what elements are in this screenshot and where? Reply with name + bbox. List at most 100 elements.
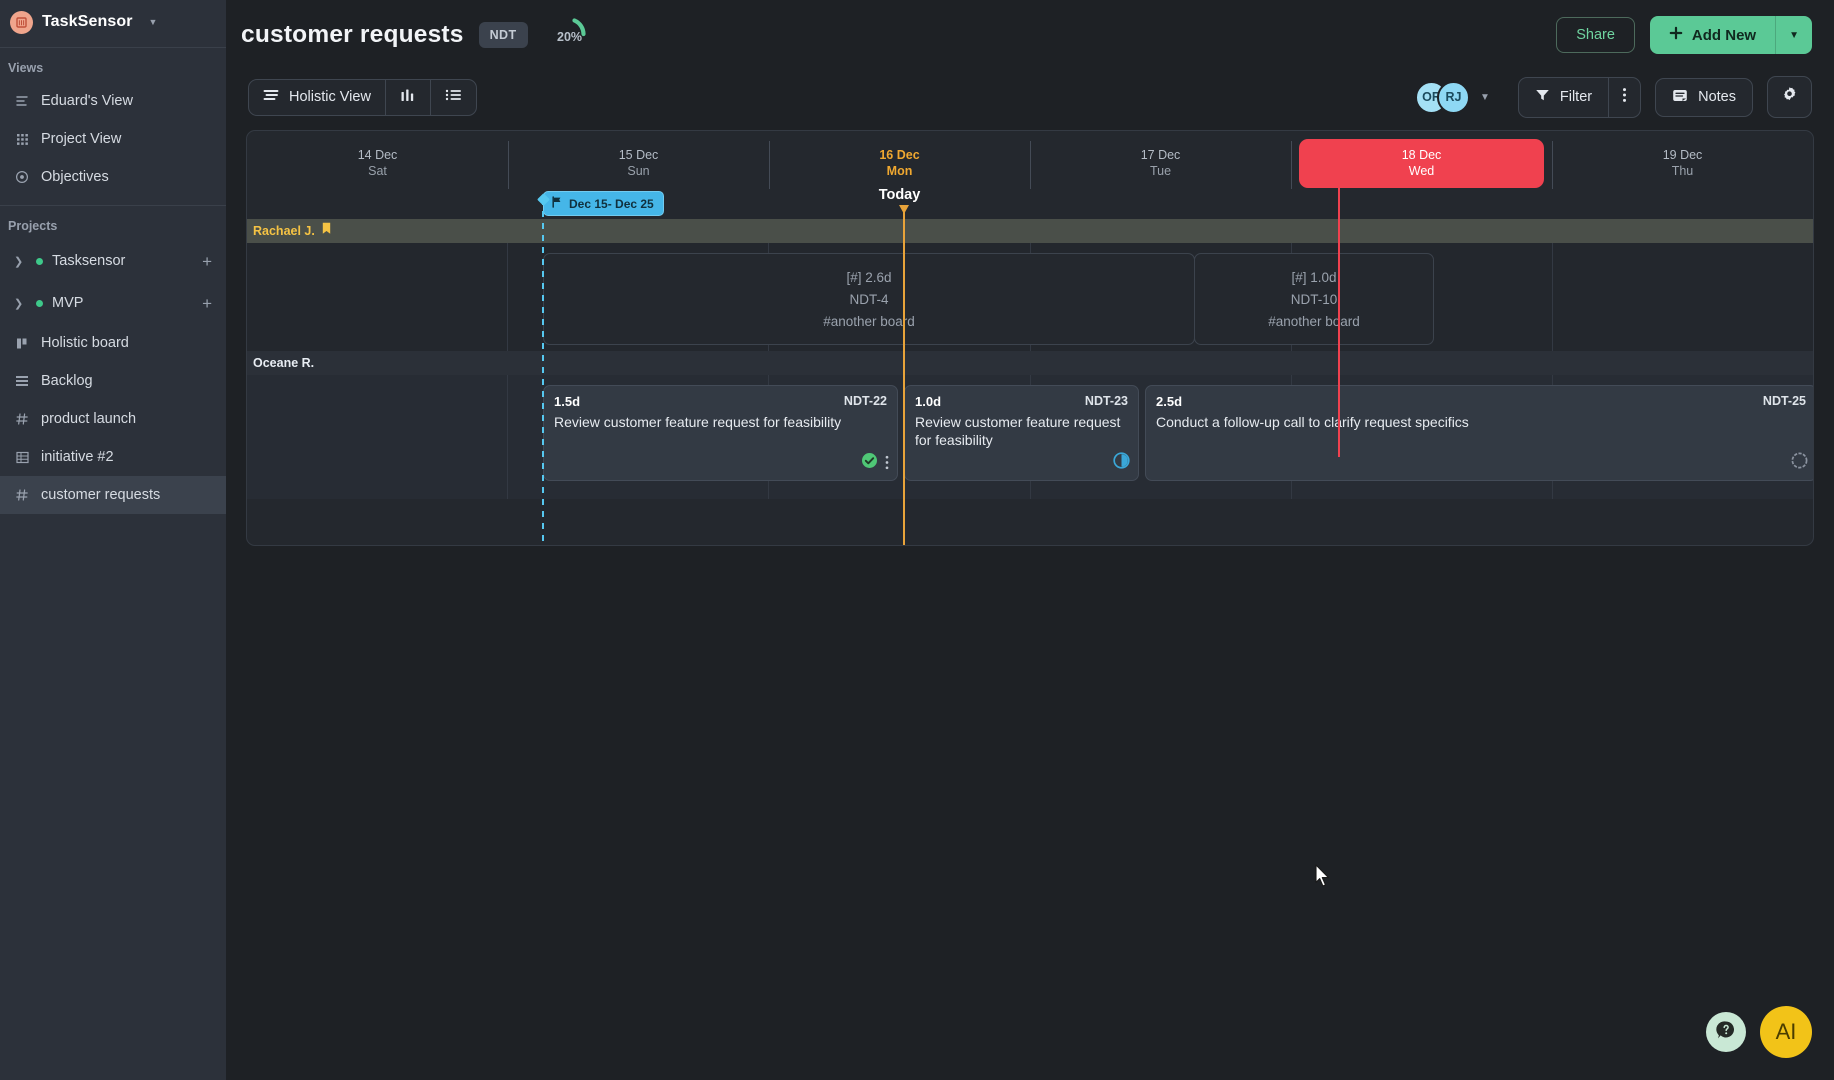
app-logo-icon [10, 11, 33, 34]
milestone-label: Dec 15- Dec 25 [569, 197, 654, 211]
today-label: Today [769, 187, 1030, 203]
more-options-button[interactable] [1608, 78, 1640, 117]
ghost-duration: [#] 1.0d [1291, 270, 1336, 285]
gear-icon [1781, 86, 1798, 108]
swimlane-header-rachael[interactable]: Rachael J. [247, 219, 1813, 243]
day-weekday: Mon [769, 163, 1030, 179]
task-card[interactable]: 1.5d NDT-22 Review customer feature requ… [543, 385, 898, 481]
sidebar-item-label: customer requests [41, 487, 160, 503]
day-date: 19 Dec [1552, 147, 1813, 163]
milestone-badge[interactable]: Dec 15- Dec 25 [543, 191, 664, 216]
swimlane-name: Oceane R. [253, 356, 314, 370]
target-circle-icon [14, 169, 30, 185]
task-key: NDT-22 [844, 394, 887, 408]
table-icon [14, 449, 30, 465]
chevron-down-icon[interactable]: ▼ [1480, 92, 1490, 103]
share-button[interactable]: Share [1556, 17, 1635, 53]
sidebar-divider-1 [0, 47, 226, 48]
task-duration: 2.5d [1156, 394, 1182, 409]
list-view-button[interactable] [430, 80, 476, 115]
ai-assistant-button[interactable]: AI [1760, 1006, 1812, 1058]
add-new-label: Add New [1692, 27, 1756, 44]
ghost-board: #another board [823, 314, 915, 329]
day-date: 16 Dec [769, 147, 1030, 163]
view-switcher: Holistic View [248, 79, 477, 116]
notes-group: Notes [1655, 78, 1753, 117]
help-button[interactable] [1706, 1012, 1746, 1052]
chevron-down-icon[interactable]: ▼ [149, 17, 158, 27]
main-area: customer requests NDT 20% Share Add New [226, 0, 1834, 1080]
day-column[interactable]: 14 Dec Sat [247, 131, 508, 219]
ghost-board: #another board [1268, 314, 1360, 329]
list-lines-icon [14, 93, 30, 109]
chart-view-button[interactable] [385, 80, 430, 115]
plus-icon[interactable]: + [202, 253, 212, 270]
sidebar-item-holistic-board[interactable]: Holistic board [0, 324, 226, 362]
brand-header[interactable]: TaskSensor ▼ [0, 0, 226, 44]
settings-button[interactable] [1768, 77, 1811, 117]
page-header: customer requests NDT 20% Share Add New [226, 0, 1834, 70]
chevron-right-icon[interactable]: ❯ [14, 255, 28, 268]
page-title: customer requests [241, 21, 464, 49]
swimlane-header-oceane[interactable]: Oceane R. [247, 351, 1813, 375]
sidebar-item-label: Project View [41, 131, 121, 147]
empty-circle-icon[interactable] [1791, 452, 1808, 474]
task-footer [861, 452, 889, 474]
task-duration: 1.0d [915, 394, 941, 409]
board-columns-icon [14, 335, 30, 351]
day-date: 15 Dec [508, 147, 769, 163]
ghost-task-card[interactable]: [#] 1.0d NDT-10 #another board [1194, 253, 1434, 345]
avatar[interactable]: RJ [1437, 81, 1470, 114]
day-column[interactable]: 19 Dec Thu [1552, 131, 1813, 219]
sidebar-item-backlog[interactable]: Backlog [0, 362, 226, 400]
task-title: Review customer feature request for feas… [554, 413, 887, 431]
chevron-down-icon[interactable]: ▼ [1776, 16, 1812, 54]
half-circle-progress-icon[interactable] [1113, 452, 1130, 474]
sidebar-item-product-launch[interactable]: product launch [0, 400, 226, 438]
chevron-down-icon[interactable]: ❯ [14, 297, 28, 310]
plus-icon[interactable]: + [202, 295, 212, 312]
sidebar-item-eduards-view[interactable]: Eduard's View [0, 82, 226, 120]
bar-chart-icon [400, 88, 416, 107]
sidebar-project-tasksensor[interactable]: ❯ Tasksensor + [0, 240, 226, 282]
day-weekday: Sat [247, 163, 508, 179]
task-duration: 1.5d [554, 394, 580, 409]
timeline-panel: 14 Dec Sat 15 Dec Sun 16 Dec Mon Today 1… [246, 130, 1814, 546]
mouse-cursor [1315, 864, 1332, 893]
board-toolbar: Holistic View OR RJ ▼ [226, 70, 1834, 124]
ghost-key: NDT-4 [849, 292, 888, 307]
check-circle-icon[interactable] [861, 452, 878, 474]
project-status-dot [36, 258, 43, 265]
day-weekday: Sun [508, 163, 769, 179]
hash-icon [14, 411, 30, 427]
task-card[interactable]: 2.5d NDT-25 Conduct a follow-up call to … [1145, 385, 1814, 481]
day-column[interactable]: 17 Dec Tue [1030, 131, 1291, 219]
kebab-vertical-icon [1622, 87, 1627, 108]
add-new-button[interactable]: Add New ▼ [1650, 16, 1812, 54]
filter-button[interactable]: Filter [1519, 78, 1608, 117]
sidebar-item-objectives[interactable]: Objectives [0, 158, 226, 196]
day-column-today[interactable]: 16 Dec Mon Today [769, 131, 1030, 219]
timeline-date-header: 14 Dec Sat 15 Dec Sun 16 Dec Mon Today 1… [247, 131, 1813, 219]
sidebar-item-project-view[interactable]: Project View [0, 120, 226, 158]
sidebar-project-mvp[interactable]: ❯ MVP + [0, 282, 226, 324]
kebab-vertical-icon[interactable] [885, 455, 889, 472]
assignee-avatars[interactable]: OR RJ ▼ [1415, 81, 1490, 114]
day-weekday: Thu [1552, 163, 1813, 179]
sidebar-item-label: product launch [41, 411, 136, 427]
day-date: 14 Dec [247, 147, 508, 163]
sidebar-item-initiative-2[interactable]: initiative #2 [0, 438, 226, 476]
notes-button[interactable]: Notes [1656, 79, 1752, 116]
notes-label: Notes [1698, 89, 1736, 105]
ghost-task-card[interactable]: [#] 2.6d NDT-4 #another board [543, 253, 1195, 345]
plus-icon [1669, 26, 1683, 44]
day-weekday: Tue [1030, 163, 1291, 179]
project-tag-badge[interactable]: NDT [479, 22, 528, 48]
project-label: Tasksensor [52, 253, 202, 269]
holistic-view-button[interactable]: Holistic View [249, 80, 385, 115]
day-column-deadline[interactable]: 18 Dec Wed [1291, 131, 1552, 219]
task-card[interactable]: 1.0d NDT-23 Review customer feature requ… [904, 385, 1139, 481]
deadline-pill[interactable]: 18 Dec Wed [1299, 139, 1544, 188]
task-title: Conduct a follow-up call to clarify requ… [1156, 413, 1806, 431]
sidebar-item-customer-requests[interactable]: customer requests [0, 476, 226, 514]
